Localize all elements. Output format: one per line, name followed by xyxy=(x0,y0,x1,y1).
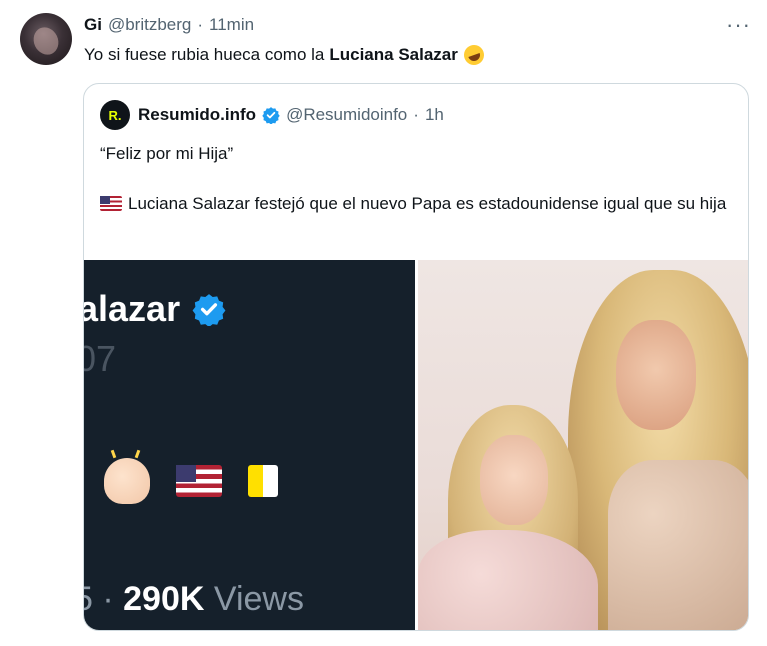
quote-display-name[interactable]: Resumido.info xyxy=(138,105,256,125)
image-number-fragment: 07 xyxy=(84,338,117,379)
photo-girl-dress xyxy=(418,530,598,630)
resumido-logo-icon[interactable]: R. xyxy=(100,100,130,130)
quote-header: R. Resumido.info @Resumidoinfo · 1h xyxy=(100,100,444,130)
quote-line-2: Luciana Salazar festejó que el nuevo Pap… xyxy=(100,190,740,217)
user-avatar[interactable] xyxy=(20,13,72,65)
clapping-hands-icon xyxy=(104,458,150,504)
tweet-text-bold: Luciana Salazar xyxy=(329,45,458,64)
verified-badge-icon xyxy=(192,294,226,326)
quote-line-2-text: Luciana Salazar festejó que el nuevo Pap… xyxy=(128,194,727,213)
quote-line-1: “Feliz por mi Hija” xyxy=(100,144,234,163)
verified-badge-icon xyxy=(262,107,280,124)
display-name[interactable]: Gi xyxy=(84,15,102,35)
image-views-line: 5 · 290K Views xyxy=(84,580,304,619)
quote-time[interactable]: 1h xyxy=(425,105,444,125)
quote-separator: · xyxy=(413,105,419,124)
rolling-on-floor-laughing-icon xyxy=(461,42,487,68)
quoted-tweet[interactable]: R. Resumido.info @Resumidoinfo · 1h “Fel… xyxy=(83,83,749,631)
quote-handle[interactable]: @Resumidoinfo xyxy=(286,105,407,125)
us-flag-icon xyxy=(100,196,122,211)
user-handle[interactable]: @britzberg xyxy=(108,15,191,35)
tweet-time[interactable]: 11min xyxy=(209,15,254,35)
media-image-right[interactable] xyxy=(418,260,748,630)
more-options-icon[interactable]: ··· xyxy=(726,12,751,38)
views-count: 290K xyxy=(123,580,205,618)
image-name-text: alazar xyxy=(84,288,181,329)
views-label: Views xyxy=(213,580,304,618)
image-emoji-row xyxy=(104,458,278,504)
tweet-header: Gi @britzberg · 11min xyxy=(84,15,254,35)
header-separator: · xyxy=(197,15,204,34)
photo-woman-face xyxy=(616,320,696,430)
tweet-text-prefix: Yo si fuese rubia hueca como la xyxy=(84,45,325,64)
us-flag-icon xyxy=(176,465,222,497)
tweet-text: Yo si fuese rubia hueca como la Luciana … xyxy=(84,42,487,68)
views-prefix: 5 · xyxy=(84,580,114,618)
vatican-flag-icon xyxy=(248,465,278,497)
image-name-fragment: alazar xyxy=(84,288,226,330)
photo-girl-face xyxy=(480,435,548,525)
photo-woman-dress xyxy=(608,460,748,630)
media-image-left[interactable]: alazar 07 5 · 290K Views xyxy=(84,260,415,630)
avatar-face xyxy=(29,23,63,59)
